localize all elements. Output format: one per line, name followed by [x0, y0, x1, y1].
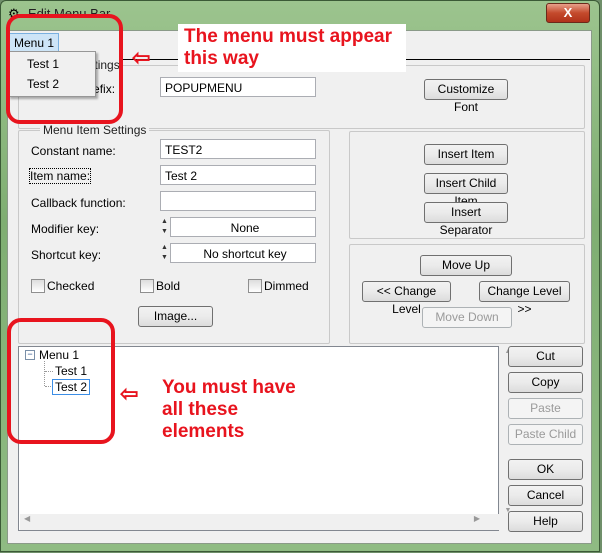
customize-font-button[interactable]: Customize Font	[424, 79, 508, 114]
constant-name-label: Constant name:	[31, 144, 116, 158]
paste-button[interactable]: Paste	[508, 398, 583, 419]
help-button[interactable]: Help	[508, 511, 583, 532]
ok-button[interactable]: OK	[508, 459, 583, 480]
dimmed-label: Dimmed	[264, 279, 309, 293]
shortcut-key-field[interactable]: No shortcut key	[170, 243, 316, 263]
copy-button[interactable]: Copy	[508, 372, 583, 393]
arrow-left-icon: ⇦	[120, 381, 139, 406]
cut-button[interactable]: Cut	[508, 346, 583, 367]
cancel-button[interactable]: Cancel	[508, 485, 583, 506]
shortcut-key-label: Shortcut key:	[31, 248, 102, 262]
change-level-left-button[interactable]: << Change Level	[362, 281, 451, 316]
insert-child-item-button[interactable]: Insert Child Item	[424, 173, 508, 208]
modifier-key-field[interactable]: None	[170, 217, 316, 237]
insert-item-button[interactable]: Insert Item	[424, 144, 508, 165]
move-up-button[interactable]: Move Up	[420, 255, 512, 276]
callback-input[interactable]	[160, 191, 316, 211]
checked-checkbox[interactable]	[31, 279, 45, 293]
annotation-box-tree	[7, 318, 115, 444]
annotation-box-menu	[6, 14, 123, 124]
change-level-right-button[interactable]: Change Level >>	[479, 281, 570, 316]
close-button[interactable]: X	[546, 3, 590, 23]
annotation-top-text: The menu must appear this way	[184, 26, 392, 69]
constant-name-input[interactable]: TEST2	[160, 139, 316, 159]
insert-separator-button[interactable]: Insert Separator	[424, 202, 508, 237]
annotation-bottom-text: You must have all these elements	[162, 377, 296, 442]
image-button[interactable]: Image...	[138, 306, 213, 327]
prefix-input[interactable]: POPUPMENU	[160, 77, 316, 97]
bold-label: Bold	[156, 279, 181, 293]
move-down-button[interactable]: Move Down	[422, 307, 512, 328]
modifier-spinner-icon[interactable]: ▲ ▼	[160, 217, 169, 237]
shortcut-spinner-icon[interactable]: ▲ ▼	[160, 243, 169, 263]
menu-item-settings-label: Menu Item Settings	[40, 123, 150, 137]
checked-label: Checked	[47, 279, 95, 293]
item-name-input[interactable]: Test 2	[160, 165, 316, 185]
arrow-left-icon: ⇦	[132, 45, 151, 70]
item-name-label: Item name:	[28, 168, 92, 184]
bold-checkbox[interactable]	[140, 279, 154, 293]
modifier-key-label: Modifier key:	[31, 222, 100, 236]
callback-label: Callback function:	[31, 196, 126, 210]
horizontal-scrollbar[interactable]: ◀ ▶	[20, 514, 500, 530]
dimmed-checkbox[interactable]	[248, 279, 262, 293]
paste-child-button[interactable]: Paste Child	[508, 424, 583, 445]
